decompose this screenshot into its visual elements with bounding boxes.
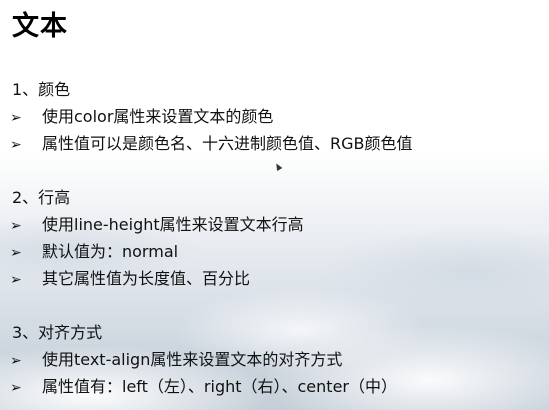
section-heading-line-height: 2、行高 [12,188,71,207]
bullet-item: ➢ 属性值有：left（左）、right（右）、center（中） [10,373,397,397]
bullet-text: 使用text-align属性来设置文本的对齐方式 [42,350,343,369]
slide: 文本 1、颜色 ➢ 使用color属性来设置文本的颜色 ➢ 属性值可以是颜色名、十六… [0,0,549,410]
bullet-text: 属性值有：left（左）、right（右）、center（中） [42,377,397,396]
arrow-bullet-icon: ➢ [10,380,22,396]
arrow-bullet-icon: ➢ [10,137,22,153]
arrow-bullet-icon: ➢ [10,272,22,288]
mouse-cursor-icon [273,161,283,172]
arrow-bullet-icon: ➢ [10,110,22,126]
bullet-text: 属性值可以是颜色名、十六进制颜色值、RGB颜色值 [42,134,413,153]
slide-title: 文本 [12,11,68,42]
bullet-text: 使用line-height属性来设置文本行高 [42,215,304,234]
bullet-text: 其它属性值为长度值、百分比 [42,269,251,288]
bullet-item: ➢ 默认值为：normal [10,238,178,262]
bullet-item: ➢ 属性值可以是颜色名、十六进制颜色值、RGB颜色值 [10,130,413,154]
bullet-text: 默认值为：normal [42,242,179,261]
bullet-text: 使用color属性来设置文本的颜色 [42,107,274,126]
bullet-item: ➢ 使用line-height属性来设置文本行高 [10,211,304,235]
bullet-item: ➢ 其它属性值为长度值、百分比 [10,265,250,289]
bullet-item: ➢ 使用text-align属性来设置文本的对齐方式 [10,346,342,370]
arrow-bullet-icon: ➢ [10,218,22,234]
arrow-bullet-icon: ➢ [10,353,22,369]
section-heading-color: 1、颜色 [12,80,71,99]
section-heading-alignment: 3、对齐方式 [12,323,103,342]
arrow-bullet-icon: ➢ [10,245,22,261]
bullet-item: ➢ 使用color属性来设置文本的颜色 [10,103,273,127]
